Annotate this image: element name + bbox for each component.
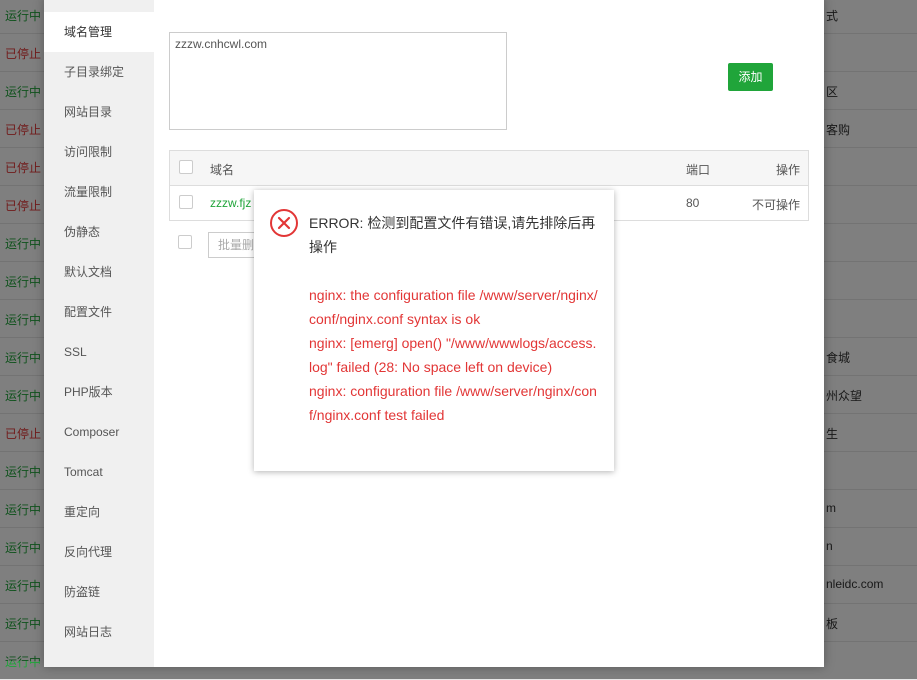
sidebar-item[interactable]: 网站目录: [44, 92, 154, 132]
sidebar-item[interactable]: 反向代理: [44, 532, 154, 572]
settings-sidebar: 域名管理 子目录绑定 网站目录 访问限制 流量限制 伪静态 默认文档 配置文件 SSL PHP版本…: [44, 0, 154, 667]
dialog-title: ERROR: 检测到配置文件有错误,请先排除后再操作: [309, 215, 596, 255]
add-domain-button[interactable]: 添加: [728, 63, 773, 91]
sidebar-item[interactable]: 子目录绑定: [44, 52, 154, 92]
domain-input[interactable]: [169, 32, 507, 130]
row-checkbox[interactable]: [179, 195, 193, 209]
operation-cell: 不可操作: [751, 198, 800, 212]
sidebar-item[interactable]: 重定向: [44, 492, 154, 532]
sidebar-item[interactable]: SSL: [44, 332, 154, 372]
select-all-checkbox[interactable]: [179, 160, 193, 174]
sidebar-item[interactable]: 流量限制: [44, 172, 154, 212]
domain-link[interactable]: zzzw.fjz: [210, 196, 251, 210]
dialog-error-output: nginx: the configuration file /www/serve…: [309, 287, 598, 423]
header-operation: 操作: [775, 163, 800, 177]
sidebar-item[interactable]: Tomcat: [44, 452, 154, 492]
error-dialog: ERROR: 检测到配置文件有错误,请先排除后再操作 nginx: the co…: [254, 190, 614, 471]
domain-table-header: 域名 端口 操作: [170, 151, 808, 186]
sidebar-item[interactable]: 域名管理: [44, 12, 154, 52]
sidebar-item[interactable]: 防盗链: [44, 572, 154, 612]
port-cell: 80: [686, 196, 700, 210]
sidebar-item[interactable]: PHP版本: [44, 372, 154, 412]
error-circle-x-icon: [270, 209, 298, 237]
header-domain: 域名: [210, 163, 235, 177]
sidebar-item[interactable]: 默认文档: [44, 252, 154, 292]
dialog-message: ERROR: 检测到配置文件有错误,请先排除后再操作 nginx: the co…: [309, 211, 599, 427]
sidebar-item[interactable]: 网站日志: [44, 612, 154, 652]
sidebar-item[interactable]: Composer: [44, 412, 154, 452]
sidebar-item[interactable]: 伪静态: [44, 212, 154, 252]
sidebar-item[interactable]: 配置文件: [44, 292, 154, 332]
header-port: 端口: [686, 163, 711, 177]
sidebar-item[interactable]: 访问限制: [44, 132, 154, 172]
batch-checkbox[interactable]: [178, 235, 192, 249]
